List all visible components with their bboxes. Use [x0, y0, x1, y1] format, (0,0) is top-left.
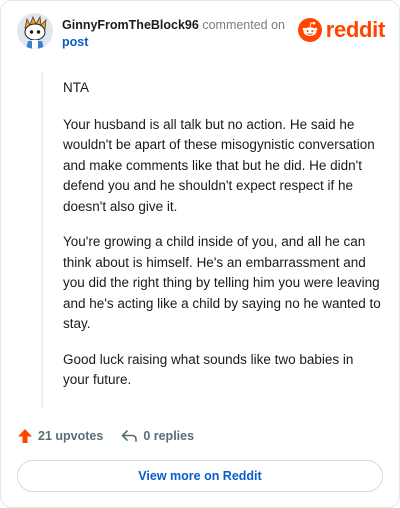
user-avatar[interactable] — [17, 13, 53, 49]
upvote-button[interactable]: 21 upvotes — [17, 428, 103, 444]
comment-paragraph: You're growing a child inside of you, an… — [63, 234, 381, 331]
snoo-avatar-icon — [17, 13, 53, 49]
username-link[interactable]: GinnyFromTheBlock96 — [62, 18, 199, 32]
action-text: commented on — [202, 18, 286, 32]
reply-arrow-icon — [122, 430, 138, 442]
reddit-logo[interactable]: reddit — [297, 15, 386, 45]
reply-count: 0 replies — [143, 429, 195, 443]
reddit-snoo-icon — [297, 18, 322, 42]
comment-footer: 21 upvotes 0 replies — [17, 425, 194, 447]
upvote-count: 21 upvotes — [38, 429, 104, 443]
comment-paragraph: NTA — [63, 80, 89, 95]
comment-header: GinnyFromTheBlock96 commented on post re… — [17, 13, 385, 55]
reply-button[interactable]: 0 replies — [121, 428, 194, 444]
comment-embed-card: GinnyFromTheBlock96 commented on post re… — [0, 0, 400, 508]
comment-meta: GinnyFromTheBlock96 commented on post — [62, 17, 285, 51]
comment-paragraph: Your husband is all talk but no action. … — [63, 116, 375, 214]
upvote-arrow-icon — [18, 429, 32, 443]
reddit-wordmark: reddit — [325, 17, 386, 42]
comment-paragraph: Good luck raising what sounds like two b… — [63, 351, 354, 388]
comment-body: NTA Your husband is all talk but no acti… — [41, 71, 381, 409]
post-link[interactable]: post — [62, 34, 285, 51]
view-more-button[interactable]: View more on Reddit — [17, 460, 383, 492]
